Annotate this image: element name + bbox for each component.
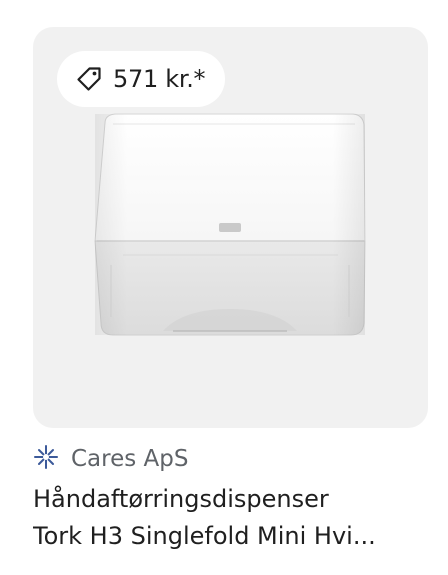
- product-title-line-1: Håndaftørringsdispenser: [33, 485, 329, 513]
- product-image-container[interactable]: 571 kr.*: [33, 27, 428, 428]
- price-tag-icon: [75, 65, 103, 93]
- sparkle-icon: [33, 444, 59, 475]
- product-card[interactable]: 571 kr.* Cares ApS Håndaftørringsdispens…: [0, 0, 448, 575]
- price-label: 571 kr.*: [113, 65, 206, 93]
- product-title-line-2: Tork H3 Singlefold Mini Hvi...: [33, 522, 376, 550]
- seller-row[interactable]: Cares ApS: [33, 442, 188, 476]
- price-badge: 571 kr.*: [57, 51, 226, 107]
- product-title[interactable]: Håndaftørringsdispenser Tork H3 Singlefo…: [33, 481, 438, 555]
- seller-name: Cares ApS: [71, 446, 189, 472]
